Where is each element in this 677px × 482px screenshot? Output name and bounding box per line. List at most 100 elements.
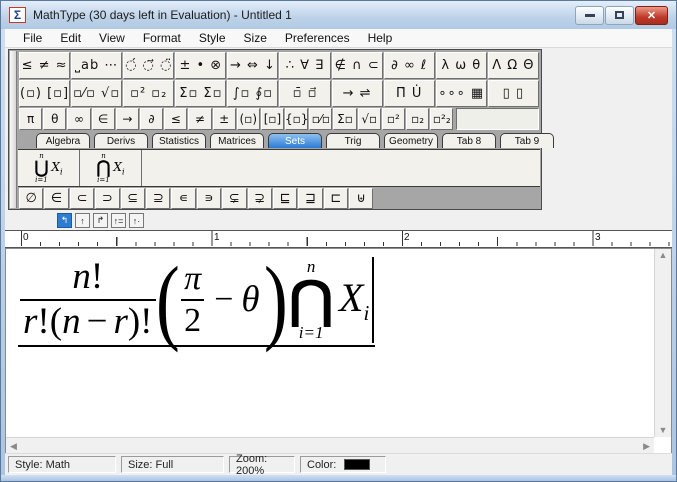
small-bar-button[interactable]: [▫] bbox=[261, 108, 284, 130]
vertical-scrollbar[interactable]: ▲ ▼ bbox=[654, 249, 671, 437]
restore-button[interactable] bbox=[605, 6, 634, 25]
palette-button-integral-templates[interactable]: ∫▫ ∮▫ bbox=[227, 80, 278, 107]
set-symbol-button[interactable]: ∅ bbox=[19, 188, 43, 209]
small-bar-button[interactable]: → bbox=[116, 108, 139, 130]
tab-tab-9[interactable]: Tab 9 bbox=[500, 133, 554, 148]
big-expression-button-union-expression[interactable]: n ⋃ i=1 Xi bbox=[18, 150, 80, 186]
set-symbol-button[interactable]: ∍ bbox=[197, 188, 221, 209]
ruler-number: 3 bbox=[595, 232, 601, 243]
toolbar-panel: ≤ ≠ ≈⎵ab ⋯◌́ ◌⃗ ◌̈± • ⊗→ ⇔ ↓∴ ∀ ∃∉ ∩ ⊂∂ … bbox=[8, 49, 542, 210]
tab-tab-8[interactable]: Tab 8 bbox=[442, 133, 496, 148]
toolbar-grip-handle[interactable] bbox=[10, 51, 17, 208]
set-symbol-button[interactable]: ⊎ bbox=[349, 188, 373, 209]
tab-derivs[interactable]: Derivs bbox=[94, 133, 148, 148]
tab-stop-button-center-tab[interactable]: ↑ bbox=[75, 213, 90, 228]
set-symbol-button[interactable]: ⊃ bbox=[95, 188, 119, 209]
small-bar-button[interactable]: Σ▫ bbox=[333, 108, 356, 130]
small-bar-button[interactable]: (▫) bbox=[237, 108, 260, 130]
tab-large-palette: n ⋃ i=1 Xi n ⋂ i=1 Xi bbox=[18, 149, 540, 187]
set-symbol-button[interactable]: ⊏ bbox=[324, 188, 348, 209]
menu-item[interactable]: Format bbox=[134, 29, 190, 47]
palette-button-fence-templates[interactable]: (▫) [▫] bbox=[19, 80, 70, 107]
tab-statistics[interactable]: Statistics bbox=[152, 133, 206, 148]
small-bar-button[interactable]: ▫₂ bbox=[406, 108, 429, 130]
menu-item[interactable]: Size bbox=[235, 29, 276, 47]
close-button[interactable]: ✕ bbox=[635, 6, 668, 25]
ruler-number: 2 bbox=[404, 232, 410, 243]
small-bar-button[interactable]: √▫ bbox=[358, 108, 381, 130]
menu-item[interactable]: Help bbox=[359, 29, 402, 47]
palette-button-product-set-templates[interactable]: Π̇ U̇ bbox=[384, 80, 435, 107]
small-bar-button[interactable]: {▫} bbox=[285, 108, 308, 130]
palette-button-logic-symbols[interactable]: ∴ ∀ ∃ bbox=[279, 52, 330, 79]
menu-item[interactable]: View bbox=[90, 29, 134, 47]
small-bar-button[interactable]: ± bbox=[213, 108, 236, 130]
scroll-up-icon[interactable]: ▲ bbox=[659, 251, 668, 260]
tab-trig[interactable]: Trig bbox=[326, 133, 380, 148]
tab-geometry[interactable]: Geometry bbox=[384, 133, 438, 148]
palette-button-misc-symbols[interactable]: ∂ ∞ ℓ bbox=[384, 52, 435, 79]
small-bar-button[interactable]: ∞ bbox=[67, 108, 90, 130]
small-bar-empty-well bbox=[456, 108, 539, 130]
palette-button-labeled-arrow-templates[interactable]: → ⇌ bbox=[332, 80, 383, 107]
title-bar[interactable]: Σ MathType (30 days left in Evaluation) … bbox=[1, 1, 676, 29]
palette-button-box-templates[interactable]: ▯ ▯ bbox=[488, 80, 539, 107]
small-bar-button[interactable]: ≤ bbox=[164, 108, 187, 130]
tab-stop-button-equal-tab[interactable]: ↑= bbox=[111, 213, 126, 228]
tab-stop-button-left-tab[interactable]: ↰ bbox=[57, 213, 72, 228]
small-bar-button[interactable]: ∂ bbox=[140, 108, 163, 130]
set-symbol-button[interactable]: ⊋ bbox=[248, 188, 272, 209]
minimize-button[interactable] bbox=[575, 6, 604, 25]
small-bar-button[interactable]: ▫²₂ bbox=[430, 108, 453, 130]
small-symbol-bar: πθ∞∈→∂≤≠±(▫)[▫]{▫}▫⁄▫Σ▫√▫▫²▫₂▫²₂ bbox=[18, 107, 540, 130]
palette-button-sum-templates[interactable]: Σ▫ Σ▫ bbox=[175, 80, 226, 107]
palette-button-bar-arrow-templates[interactable]: ▫̄ ▫⃗ bbox=[279, 80, 330, 107]
set-symbol-button[interactable]: ⊇ bbox=[146, 188, 170, 209]
equation-editing-area[interactable]: n! r!(n−r)! ( π 2 − θ ) n ⋂ i=1 X bbox=[5, 248, 672, 455]
tab-sets[interactable]: Sets bbox=[268, 133, 322, 148]
menu-item[interactable]: File bbox=[14, 29, 51, 47]
set-symbol-button[interactable]: ⊆ bbox=[121, 188, 145, 209]
small-bar-button[interactable]: ▫² bbox=[382, 108, 405, 130]
set-symbol-button[interactable]: ∊ bbox=[171, 188, 195, 209]
set-symbol-button[interactable]: ⊑ bbox=[273, 188, 297, 209]
small-bar-button[interactable]: π bbox=[19, 108, 42, 130]
scroll-right-icon[interactable]: ▶ bbox=[643, 442, 650, 451]
tab-stop-button-right-tab[interactable]: ↱ bbox=[93, 213, 108, 228]
palette-button-fraction-radical-templates[interactable]: ▫⁄▫ √▫ bbox=[71, 80, 122, 107]
set-symbol-button[interactable]: ∈ bbox=[44, 188, 68, 209]
menu-item[interactable]: Edit bbox=[51, 29, 90, 47]
tab-stop-button-decimal-tab[interactable]: ↑· bbox=[129, 213, 144, 228]
palette-button-arrow-symbols[interactable]: → ⇔ ↓ bbox=[227, 52, 278, 79]
big-expression-button-intersection-expression[interactable]: n ⋂ i=1 Xi bbox=[80, 150, 142, 186]
menu-item[interactable]: Preferences bbox=[276, 29, 359, 47]
right-paren: ) bbox=[264, 260, 288, 341]
palette-button-operator-symbols[interactable]: ± • ⊗ bbox=[175, 52, 226, 79]
big-intersection: n ⋂ i=1 bbox=[289, 259, 333, 341]
set-symbol-button[interactable]: ⊂ bbox=[70, 188, 94, 209]
menu-item[interactable]: Style bbox=[190, 29, 235, 47]
set-symbol-button[interactable]: ⊒ bbox=[298, 188, 322, 209]
scroll-left-icon[interactable]: ◀ bbox=[10, 442, 17, 451]
insertion-cursor bbox=[372, 257, 374, 343]
palette-button-relational-symbols[interactable]: ≤ ≠ ≈ bbox=[19, 52, 70, 79]
palette-button-greek-lowercase[interactable]: λ ω θ bbox=[436, 52, 487, 79]
palette-button-matrix-templates[interactable]: ∘∘∘ ▦ bbox=[436, 80, 487, 107]
small-bar-button[interactable]: ≠ bbox=[188, 108, 211, 130]
tab-matrices[interactable]: Matrices bbox=[210, 133, 264, 148]
set-symbol-row: ∅∈⊂⊃⊆⊇∊∍⊊⊋⊑⊒⊏⊎ bbox=[18, 187, 540, 210]
palette-button-set-theory-symbols[interactable]: ∉ ∩ ⊂ bbox=[332, 52, 383, 79]
horizontal-scrollbar[interactable]: ◀ ▶ bbox=[6, 437, 654, 454]
scroll-down-icon[interactable]: ▼ bbox=[659, 426, 668, 435]
palette-button-script-templates[interactable]: ▫² ▫₂ bbox=[123, 80, 174, 107]
small-bar-button[interactable]: ▫⁄▫ bbox=[309, 108, 332, 130]
tab-algebra[interactable]: Algebra bbox=[36, 133, 90, 148]
palette-button-greek-uppercase[interactable]: Λ Ω Θ bbox=[488, 52, 539, 79]
palette-button-embellishments[interactable]: ◌́ ◌⃗ ◌̈ bbox=[123, 52, 174, 79]
palette-button-spaces-ellipses[interactable]: ⎵ab ⋯ bbox=[71, 52, 122, 79]
small-bar-button[interactable]: θ bbox=[43, 108, 66, 130]
small-bar-button[interactable]: ∈ bbox=[92, 108, 115, 130]
ruler[interactable]: 0123 bbox=[5, 230, 672, 248]
set-symbol-button[interactable]: ⊊ bbox=[222, 188, 246, 209]
status-bar: Style: Math Size: Full Zoom: 200% Color: bbox=[5, 453, 672, 475]
